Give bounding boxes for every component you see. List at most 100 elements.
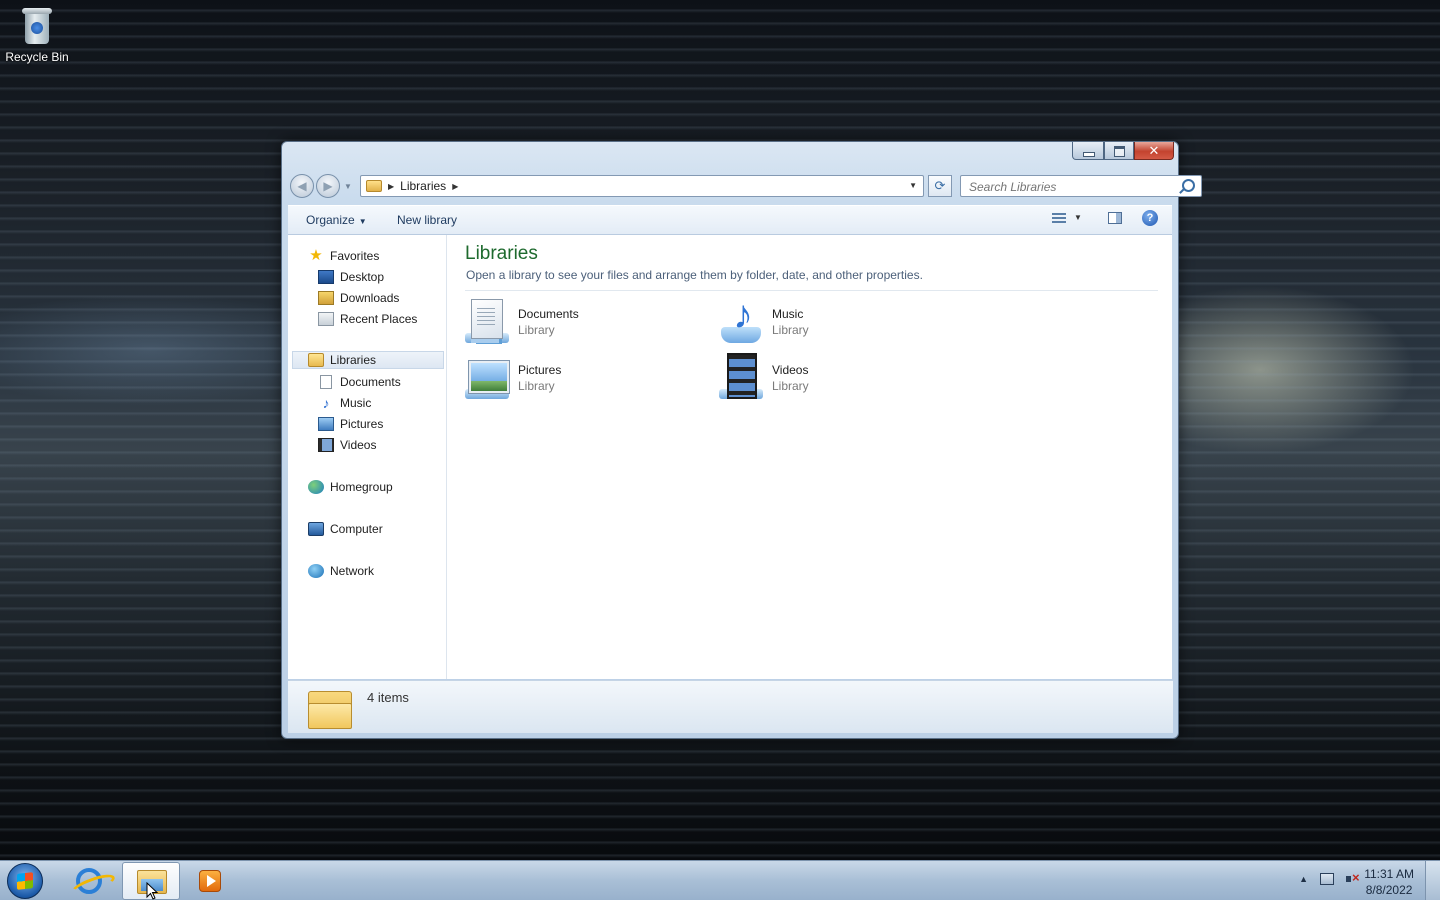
- nav-homegroup[interactable]: Homegroup: [308, 478, 393, 496]
- help-button[interactable]: ?: [1142, 210, 1158, 226]
- chevron-down-icon: ▼: [358, 217, 367, 226]
- clock-time: 11:31 AM: [1364, 867, 1414, 881]
- desktop-icon-recycle-bin[interactable]: Recycle Bin: [4, 6, 70, 64]
- details-pane: 4 items: [288, 680, 1173, 733]
- videos-library-icon: [719, 353, 763, 401]
- internet-explorer-icon: [76, 868, 102, 894]
- search-icon[interactable]: [1182, 179, 1195, 192]
- divider: [465, 290, 1158, 291]
- nav-homegroup-label: Homegroup: [330, 480, 393, 494]
- nav-libraries[interactable]: Libraries: [292, 351, 444, 369]
- nav-network-label: Network: [330, 564, 375, 578]
- library-name: Videos: [772, 363, 809, 377]
- library-type: Library: [772, 323, 809, 337]
- library-type: Library: [518, 323, 555, 337]
- nav-recent-places[interactable]: Recent Places: [318, 310, 417, 328]
- nav-desktop[interactable]: Desktop: [318, 268, 384, 286]
- library-type: Library: [518, 379, 555, 393]
- taskbar-internet-explorer[interactable]: [62, 862, 120, 900]
- nav-favorites[interactable]: ★ Favorites: [308, 247, 379, 265]
- organize-label: Organize: [306, 213, 355, 227]
- breadcrumb-arrow-icon[interactable]: ▶: [452, 182, 458, 191]
- nav-computer[interactable]: Computer: [308, 520, 383, 538]
- taskbar: ▲ 11:31 AM 8/8/2022: [0, 860, 1440, 900]
- music-library-icon: ♪: [719, 295, 763, 345]
- network-icon: [308, 564, 324, 578]
- back-button[interactable]: ◀: [290, 174, 314, 198]
- videos-icon: [318, 438, 334, 452]
- new-library-button[interactable]: New library: [397, 213, 457, 227]
- recycle-bin-label: Recycle Bin: [5, 50, 69, 64]
- library-item-music[interactable]: ♪ Music Library: [719, 295, 939, 347]
- minimize-button[interactable]: [1072, 142, 1104, 160]
- item-count: 4 items: [367, 690, 409, 705]
- nav-pictures-label: Pictures: [340, 417, 384, 431]
- history-buttons: ◀ ▶ ▼: [290, 174, 352, 200]
- nav-libraries-label: Libraries: [330, 353, 377, 367]
- taskbar-windows-media-player[interactable]: [190, 862, 230, 900]
- start-button[interactable]: [7, 863, 43, 899]
- search-box[interactable]: [960, 175, 1202, 197]
- nav-videos-label: Videos: [340, 438, 377, 452]
- search-input[interactable]: [967, 177, 1171, 197]
- system-clock[interactable]: 11:31 AM 8/8/2022: [1364, 866, 1414, 898]
- recent-pages-dropdown-icon[interactable]: ▼: [344, 182, 352, 191]
- clock-date: 8/8/2022: [1365, 883, 1413, 897]
- maximize-button[interactable]: [1104, 142, 1134, 160]
- address-dropdown-icon[interactable]: ▼: [909, 181, 917, 190]
- documents-icon: [320, 375, 332, 389]
- libraries-folder-icon: [308, 687, 352, 729]
- nav-computer-label: Computer: [330, 522, 383, 536]
- nav-recent-places-label: Recent Places: [340, 312, 418, 326]
- nav-music[interactable]: ♪ Music: [318, 394, 372, 412]
- close-button[interactable]: ✕: [1134, 142, 1174, 160]
- pictures-icon: [318, 417, 334, 431]
- nav-network[interactable]: Network: [308, 562, 374, 580]
- organize-button[interactable]: Organize ▼: [306, 213, 367, 227]
- show-desktop-button[interactable]: [1425, 861, 1440, 900]
- nav-downloads-label: Downloads: [340, 291, 400, 305]
- nav-videos[interactable]: Videos: [318, 436, 376, 454]
- library-type: Library: [772, 379, 809, 393]
- preview-pane-button[interactable]: [1108, 212, 1122, 224]
- page-title: Libraries: [465, 243, 538, 264]
- refresh-button[interactable]: ⟳: [928, 175, 952, 197]
- forward-button[interactable]: ▶: [316, 174, 340, 198]
- nav-music-label: Music: [340, 396, 372, 410]
- breadcrumb-libraries[interactable]: Libraries: [400, 179, 446, 193]
- network-status-icon[interactable]: [1320, 873, 1334, 885]
- library-item-videos[interactable]: Videos Library: [719, 353, 939, 403]
- pictures-library-icon: [465, 353, 510, 401]
- nav-documents-label: Documents: [340, 375, 401, 389]
- library-name: Pictures: [518, 363, 562, 377]
- content-pane: Libraries Open a library to see your fil…: [447, 235, 1172, 679]
- windows-media-player-icon: [199, 870, 221, 892]
- change-view-button[interactable]: ▼: [1052, 212, 1086, 228]
- nav-downloads[interactable]: Downloads: [318, 289, 399, 307]
- notification-area: ▲: [1299, 870, 1360, 885]
- recent-places-icon: [318, 312, 334, 326]
- volume-muted-icon[interactable]: [1346, 870, 1360, 885]
- library-name: Documents: [518, 307, 579, 321]
- navigation-pane: ★ Favorites Desktop Downloads Recent Pla…: [288, 235, 447, 679]
- library-item-pictures[interactable]: Pictures Library: [465, 353, 685, 403]
- nav-favorites-label: Favorites: [330, 249, 380, 263]
- nav-pictures[interactable]: Pictures: [318, 415, 383, 433]
- downloads-icon: [318, 291, 334, 305]
- address-bar[interactable]: ▶ Libraries ▶ ▼: [360, 175, 924, 197]
- breadcrumb-arrow-icon[interactable]: ▶: [388, 182, 394, 191]
- command-bar: Organize ▼ New library ▼ ?: [288, 205, 1172, 235]
- desktop-icon: [318, 270, 334, 284]
- library-item-documents[interactable]: Documents Library: [465, 297, 685, 347]
- windows-logo-icon: [17, 872, 33, 890]
- libraries-folder-icon: [366, 180, 382, 192]
- documents-library-icon: [465, 297, 509, 345]
- recycle-bin-icon: [21, 6, 53, 46]
- caption-buttons: ✕: [1072, 142, 1174, 160]
- page-subtitle: Open a library to see your files and arr…: [466, 268, 923, 282]
- view-details-icon: [1052, 213, 1066, 225]
- navigation-bar: ◀ ▶ ▼ ▶ Libraries ▶ ▼ ⟳: [290, 174, 1202, 200]
- star-icon: ★: [309, 247, 323, 264]
- nav-documents[interactable]: Documents: [318, 373, 401, 391]
- show-hidden-icons-button[interactable]: ▲: [1299, 874, 1308, 884]
